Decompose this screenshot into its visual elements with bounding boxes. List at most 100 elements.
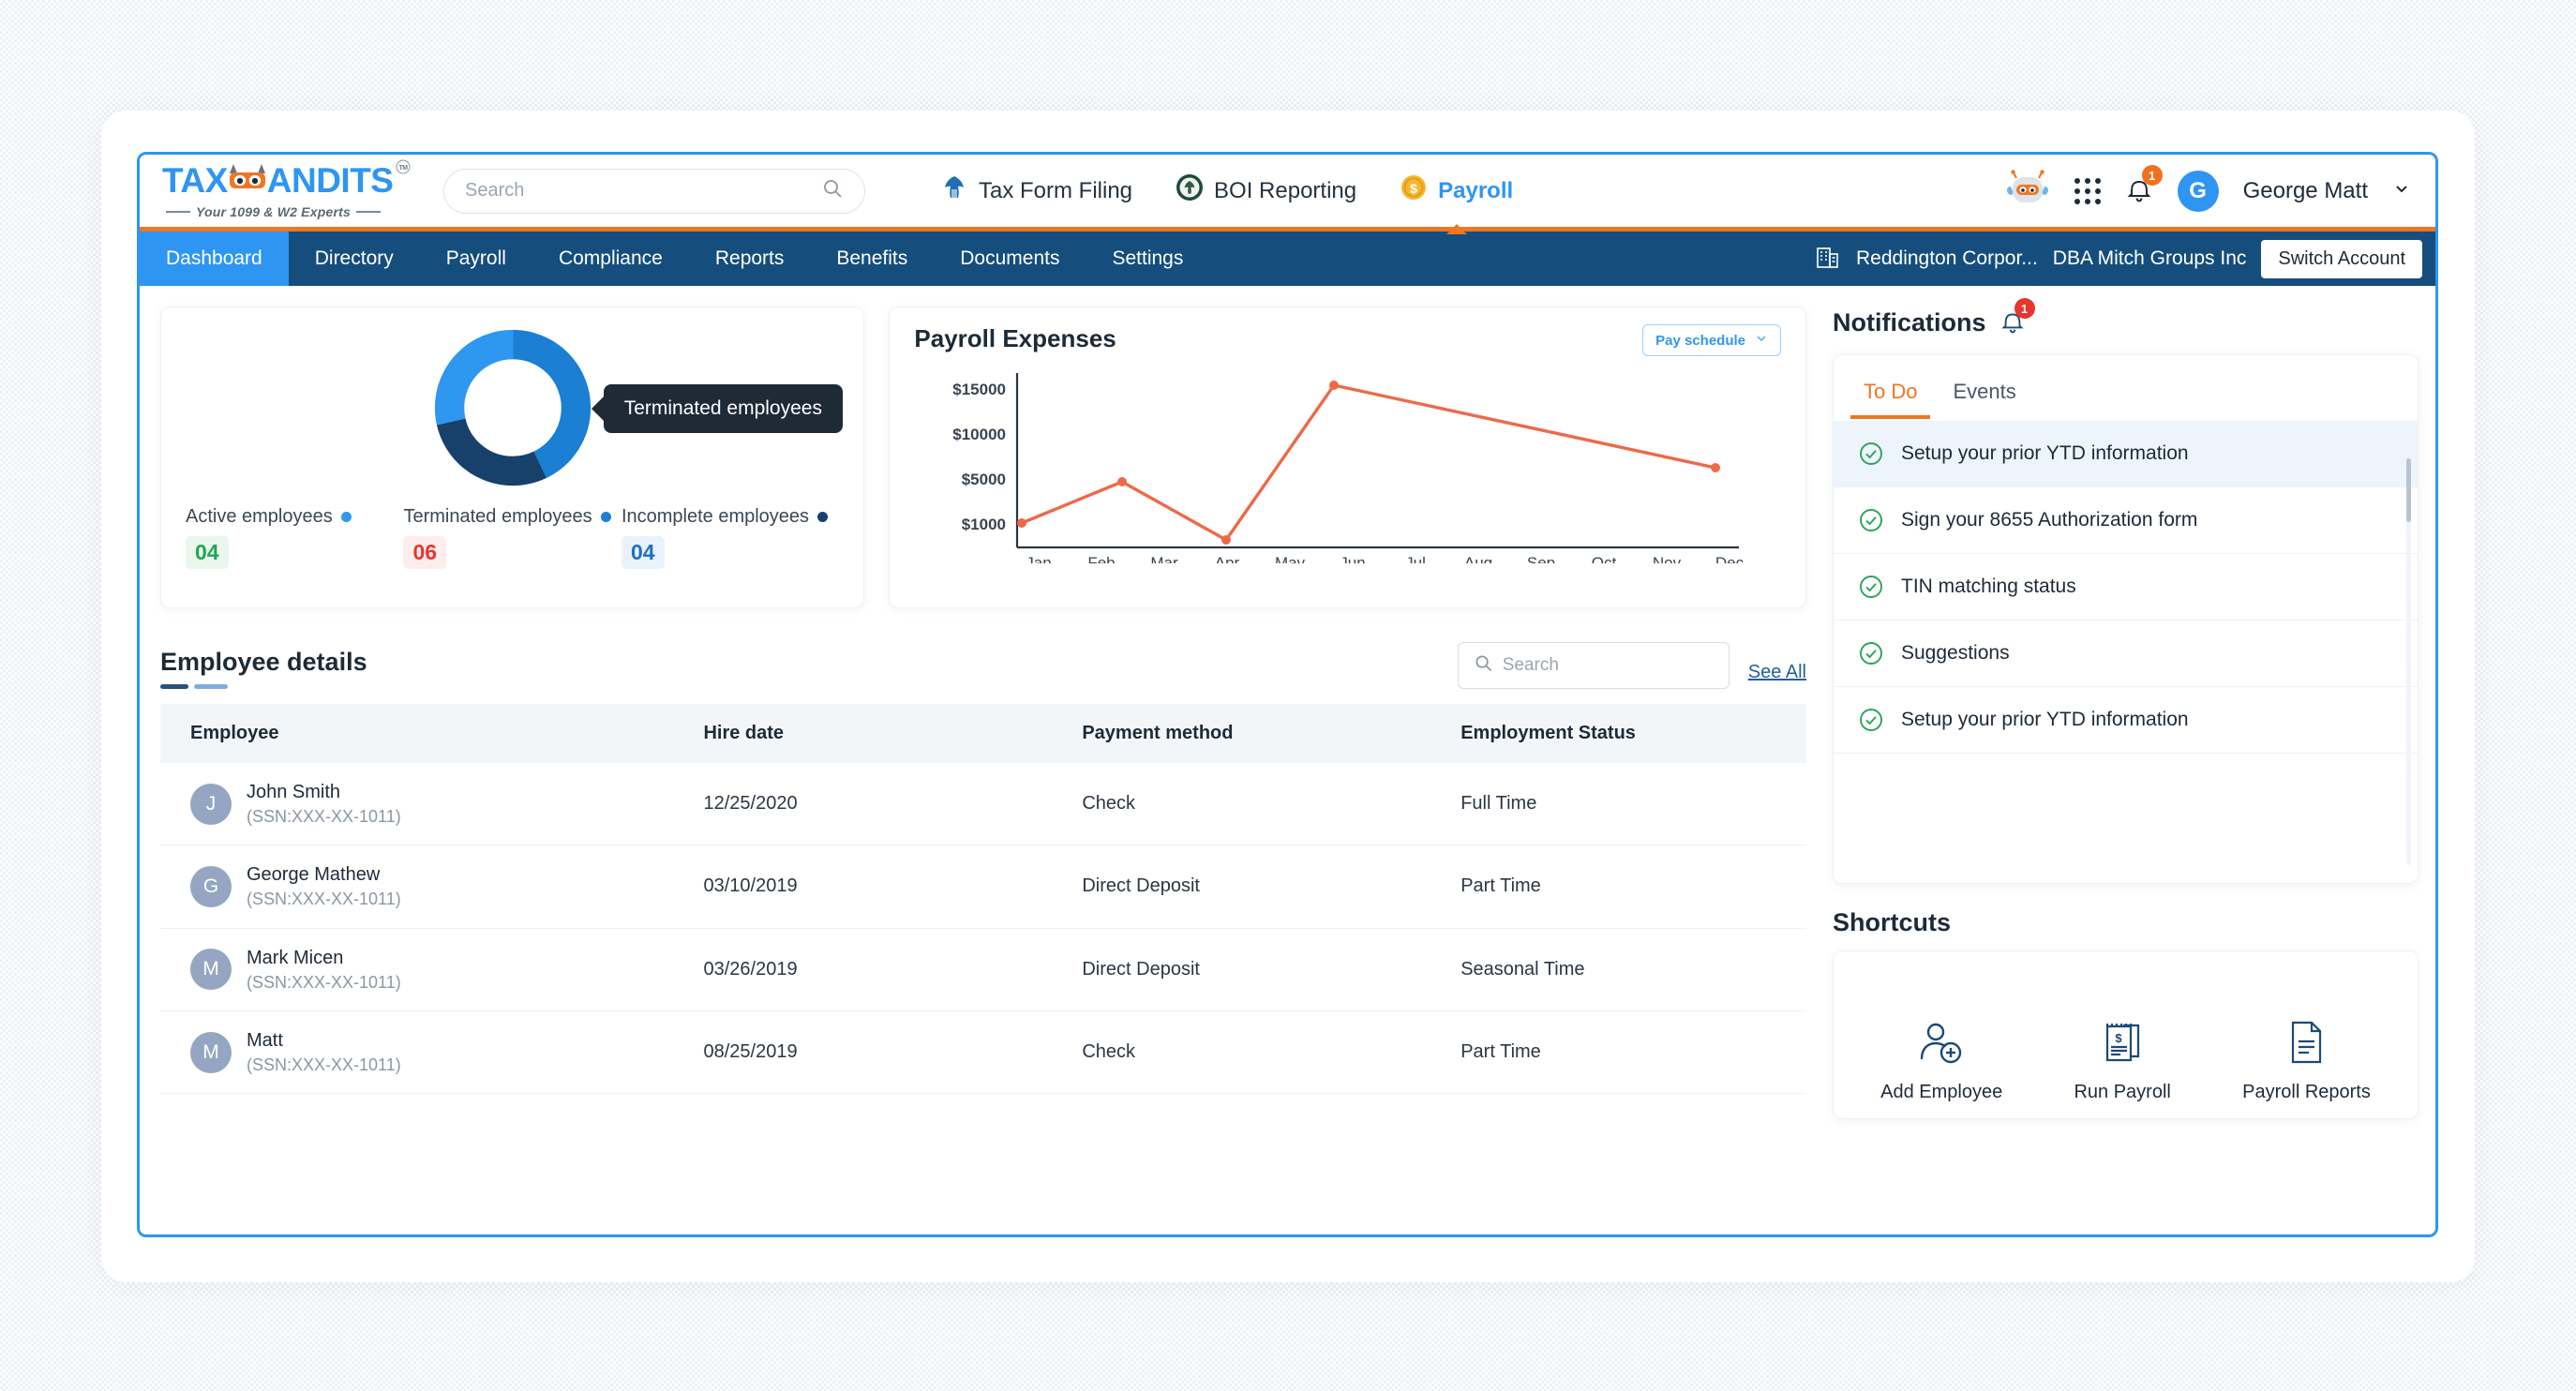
taxbandits-logo[interactable]: TAX ANDITS TM Your 1099 & W2 Experts <box>162 159 413 219</box>
notification-item[interactable]: Suggestions <box>1834 621 2418 687</box>
svg-text:Apr: Apr <box>1215 554 1240 563</box>
product-boi-reporting[interactable]: BOI Reporting <box>1176 155 1356 230</box>
product-tax-form-filing[interactable]: Tax Form Filing <box>940 155 1132 230</box>
pay-schedule-dropdown[interactable]: Pay schedule <box>1642 324 1781 356</box>
notification-item[interactable]: Setup your prior YTD information <box>1834 687 2418 754</box>
user-name[interactable]: George Matt <box>2243 178 2368 204</box>
nav-item-dashboard[interactable]: Dashboard <box>140 232 289 286</box>
employee-name: Matt <box>247 1029 283 1051</box>
employee-search[interactable] <box>1457 642 1732 689</box>
nav-item-payroll[interactable]: Payroll <box>420 232 532 286</box>
table-row[interactable]: G George Mathew (SSN:XXX-XX-1011) 03/10/… <box>160 845 1806 929</box>
check-circle-icon <box>1858 707 1884 733</box>
product-label: Payroll <box>1438 177 1514 203</box>
cell-payment-method: Direct Deposit <box>1082 845 1461 929</box>
cell-hire-date: 03/10/2019 <box>703 845 1083 929</box>
cell-employee: M Mark Micen (SSN:XXX-XX-1011) <box>160 928 704 1011</box>
apps-grid-icon[interactable] <box>2074 177 2101 204</box>
table-row[interactable]: M Mark Micen (SSN:XXX-XX-1011) 03/26/201… <box>160 928 1806 1011</box>
building-icon <box>1815 244 1841 275</box>
bell-icon[interactable]: 1 <box>1999 298 2035 339</box>
svg-text:May: May <box>1275 554 1306 563</box>
cell-status: Part Time <box>1460 845 1806 929</box>
data-point-mar[interactable] <box>1117 477 1128 486</box>
nav-item-compliance[interactable]: Compliance <box>532 232 689 286</box>
employee-details-header: Employee details See All <box>160 642 1806 689</box>
svg-text:$5000: $5000 <box>962 471 1006 488</box>
nav-item-documents[interactable]: Documents <box>934 232 1086 286</box>
notifications-header: Notifications 1 <box>1833 298 2419 339</box>
notification-item[interactable]: TIN matching status <box>1834 554 2418 621</box>
notification-label: Suggestions <box>1901 642 2010 664</box>
page-title: Employee details <box>160 648 367 676</box>
legend-label: Incomplete employees <box>621 506 810 527</box>
notifications-scrollbar-thumb[interactable] <box>2406 458 2411 522</box>
shortcut-add-employee[interactable]: Add Employee <box>1880 1019 2002 1103</box>
bandit-bot-icon[interactable] <box>2005 170 2050 212</box>
shortcut-label: Add Employee <box>1880 1082 2003 1102</box>
account-switcher: Reddington Corpor... DBA Mitch Groups In… <box>1815 232 2435 286</box>
column-header-employee: Employee <box>160 704 704 763</box>
data-point-jun[interactable] <box>1221 535 1232 545</box>
nav-item-reports[interactable]: Reports <box>689 232 811 286</box>
data-point-dec[interactable] <box>1711 463 1721 472</box>
document-lines-icon <box>2284 1019 2328 1070</box>
cell-status: Seasonal Time <box>1460 928 1806 1011</box>
tab-events[interactable]: Events <box>1939 370 2029 419</box>
dashboard-right-column: Notifications 1 To Do Events Setup your … <box>1827 286 2435 1234</box>
svg-text:$10000: $10000 <box>953 426 1007 443</box>
nav-item-benefits[interactable]: Benefits <box>810 232 934 286</box>
nav-item-settings[interactable]: Settings <box>1086 232 1209 286</box>
legend-value-incomplete: 04 <box>621 536 665 569</box>
svg-text:Jul: Jul <box>1406 554 1427 563</box>
employee-name: George Mathew <box>247 864 381 886</box>
legend-label: Terminated employees <box>403 506 592 527</box>
bandit-mask-icon <box>229 162 266 200</box>
tab-to-do[interactable]: To Do <box>1850 370 1931 419</box>
bell-badge: 1 <box>2141 165 2163 186</box>
global-search[interactable] <box>443 168 865 214</box>
logo-tagline: Your 1099 & W2 Experts <box>196 203 351 219</box>
payroll-expenses-line-chart: $15000 $10000 $5000 $1000 Jan Feb Mar Ap… <box>953 373 1745 572</box>
notification-item[interactable]: Setup your prior YTD information <box>1834 421 2418 487</box>
column-header-status: Employment Status <box>1460 704 1806 763</box>
employee-name: John Smith <box>247 782 341 802</box>
see-all-link[interactable]: See All <box>1748 662 1806 683</box>
donut-svg <box>434 329 591 486</box>
svg-text:Feb: Feb <box>1088 554 1116 563</box>
shortcut-payroll-reports[interactable]: Payroll Reports <box>2242 1019 2371 1103</box>
shortcut-label: Payroll Reports <box>2242 1082 2371 1102</box>
check-circle-icon <box>1858 507 1884 533</box>
payroll-expenses-title: Payroll Expenses <box>914 324 1116 352</box>
avatar: G <box>190 865 232 907</box>
screenshot-root: TAX ANDITS TM Your 1099 & W2 Experts Sea… <box>0 0 2576 1391</box>
global-search-input[interactable] <box>465 180 812 202</box>
table-row[interactable]: J John Smith (SSN:XXX-XX-1011) 12/25/202… <box>160 763 1806 846</box>
legend-value-terminated: 06 <box>403 536 447 569</box>
avatar[interactable]: G <box>2177 170 2219 212</box>
employee-status-card: Terminated employees Active employees 04 <box>160 307 865 608</box>
svg-text:Nov: Nov <box>1653 554 1682 563</box>
product-payroll[interactable]: $ Payroll <box>1400 155 1514 230</box>
svg-text:Mar: Mar <box>1151 554 1179 563</box>
table-row[interactable]: M Matt (SSN:XXX-XX-1011) 08/25/2019 Chec… <box>160 1010 1806 1095</box>
avatar: J <box>190 783 232 825</box>
title-underline-accent <box>160 684 367 689</box>
chevron-down-icon[interactable] <box>2392 179 2411 202</box>
switch-account-button[interactable]: Switch Account <box>2261 239 2422 278</box>
data-point-jan[interactable] <box>1017 518 1027 528</box>
shortcut-run-payroll[interactable]: $ Run Payroll <box>2074 1019 2171 1103</box>
notification-item[interactable]: Sign your 8655 Authorization form <box>1834 487 2418 554</box>
employee-search-input[interactable] <box>1502 655 1732 676</box>
nav-item-directory[interactable]: Directory <box>289 232 420 286</box>
logo-text-left: TAX <box>162 160 228 200</box>
employee-table-body: J John Smith (SSN:XXX-XX-1011) 12/25/202… <box>160 763 1806 1095</box>
notifications-list: Setup your prior YTD information Sign yo… <box>1834 421 2418 754</box>
data-point-sep[interactable] <box>1329 381 1340 390</box>
fincen-seal-icon <box>1176 173 1204 208</box>
svg-text:Jan: Jan <box>1026 554 1052 563</box>
bell-icon[interactable]: 1 <box>2125 165 2163 208</box>
legend-dot-incomplete <box>817 512 829 522</box>
notifications-scrollbar[interactable] <box>2406 453 2411 865</box>
notifications-title: Notifications <box>1833 308 1986 337</box>
